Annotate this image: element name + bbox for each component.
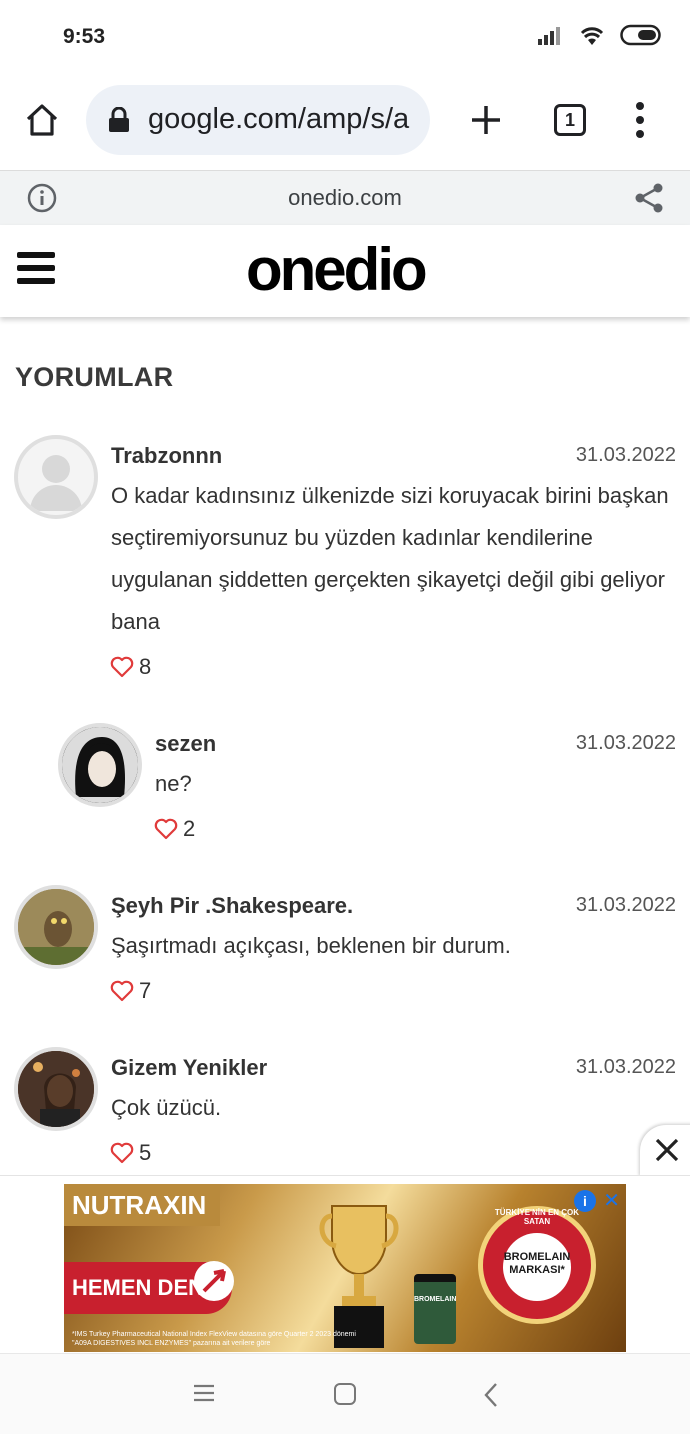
like-count: 2: [183, 816, 196, 841]
status-time: 9:53: [63, 25, 106, 48]
overflow-menu-icon[interactable]: [624, 98, 656, 142]
url-text: google.com/amp/s/a: [148, 103, 410, 135]
lock-icon: [109, 107, 129, 132]
comment-text: O kadar kadınsınız ülkenizde sizi koruya…: [111, 483, 669, 634]
system-nav-bar: [0, 1353, 690, 1434]
address-bar[interactable]: google.com/amp/s/a: [86, 85, 430, 155]
like-count: 5: [139, 1140, 152, 1165]
tab-switcher-button[interactable]: 1: [554, 104, 586, 136]
site-logo[interactable]: onedio: [246, 235, 428, 304]
comment-date: 31.03.2022: [575, 1056, 676, 1078]
browser-toolbar: google.com/amp/s/a 1: [0, 76, 690, 170]
ad-container: NUTRAXIN BROMELAIN HEMEN DENE *IMS Turke…: [0, 1175, 690, 1353]
comment-author[interactable]: sezen: [155, 731, 216, 757]
status-icons: [538, 24, 664, 46]
ad-choices-close-icon[interactable]: ✕: [603, 1188, 620, 1213]
avatar[interactable]: [14, 885, 98, 969]
back-icon[interactable]: [483, 1382, 499, 1408]
like-count: 8: [139, 654, 152, 679]
heart-icon: [110, 656, 134, 678]
comment-date: 31.03.2022: [575, 732, 676, 754]
like-button[interactable]: 8: [110, 654, 151, 680]
like-button[interactable]: 5: [110, 1140, 151, 1166]
nav-home-icon[interactable]: [334, 1383, 356, 1405]
close-icon: [655, 1138, 679, 1162]
badge-main-text: BROMELAIN MARKASI*: [503, 1233, 571, 1301]
heart-icon: [154, 818, 178, 840]
comment-text: Çok üzücü.: [111, 1095, 222, 1120]
comment-text: Şaşırtmadı açıkçası, beklenen bir durum.: [111, 933, 511, 958]
product-bottle: BROMELAIN: [414, 1274, 456, 1344]
ad-info-icon[interactable]: i: [574, 1190, 596, 1212]
trophy-icon: [319, 1205, 399, 1348]
recents-icon[interactable]: [193, 1384, 215, 1402]
amp-domain[interactable]: onedio.com: [0, 185, 690, 211]
ad-fine-print: *IMS Turkey Pharmaceutical National Inde…: [72, 1331, 356, 1347]
site-header: onedio: [0, 225, 690, 317]
hamburger-menu-icon[interactable]: [17, 252, 55, 288]
like-button[interactable]: 2: [154, 816, 195, 842]
like-count: 7: [139, 978, 152, 1003]
comments-section: YORUMLAR Trabzonnn 31.03.2022 O kadar ka…: [0, 317, 690, 1177]
home-icon[interactable]: [20, 98, 64, 142]
comment-author[interactable]: Gizem Yenikler: [111, 1055, 267, 1081]
avatar[interactable]: [14, 435, 98, 519]
battery-icon: [620, 24, 661, 46]
ad-banner[interactable]: NUTRAXIN BROMELAIN HEMEN DENE *IMS Turke…: [64, 1184, 626, 1352]
amp-header-bar: onedio.com: [0, 170, 690, 225]
rocket-icon: [194, 1261, 234, 1301]
bottle-label: BROMELAIN: [414, 1296, 457, 1303]
badge-arc-text: TÜRKİYE'NİN EN ÇOK SATAN: [494, 1208, 580, 1226]
heart-icon: [110, 1142, 134, 1164]
comment-date: 31.03.2022: [575, 444, 676, 466]
comment-author[interactable]: Trabzonnn: [111, 443, 222, 469]
ad-badge: TÜRKİYE'NİN EN ÇOK SATAN BROMELAIN MARKA…: [478, 1206, 596, 1324]
ad-close-button[interactable]: [640, 1125, 690, 1177]
wifi-icon: [580, 27, 604, 45]
section-title: YORUMLAR: [15, 362, 174, 392]
share-icon[interactable]: [632, 181, 666, 215]
status-bar: 9:53: [0, 0, 690, 76]
avatar[interactable]: [58, 723, 142, 807]
ad-brand: NUTRAXIN: [64, 1184, 221, 1226]
new-tab-icon[interactable]: [466, 100, 506, 140]
comment-date: 31.03.2022: [575, 894, 676, 916]
signal-icon: [538, 27, 560, 45]
comment-author[interactable]: Şeyh Pir .Shakespeare.: [111, 893, 353, 919]
comment-text: ne?: [155, 771, 192, 796]
heart-icon: [110, 980, 134, 1002]
like-button[interactable]: 7: [110, 978, 151, 1004]
avatar[interactable]: [14, 1047, 98, 1131]
